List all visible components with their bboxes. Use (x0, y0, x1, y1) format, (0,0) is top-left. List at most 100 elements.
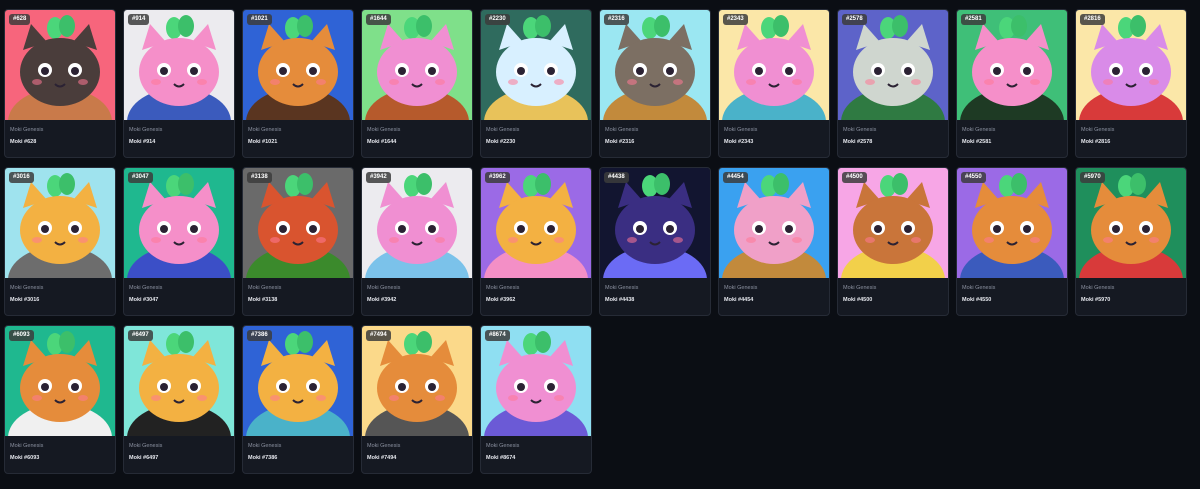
token-id-badge: #3047 (128, 172, 153, 183)
token-id-badge: #8674 (485, 330, 510, 341)
nft-card[interactable]: #8674 Moki Genesis Moki #8674 (480, 325, 592, 474)
nft-image[interactable]: #8674 (481, 326, 591, 436)
nft-name: Moki #2578 (843, 139, 873, 145)
nft-name: Moki #4550 (962, 297, 992, 303)
token-id-badge: #2343 (723, 14, 748, 25)
nft-card[interactable]: #2343 Moki Genesis Moki #2343 (718, 9, 830, 158)
nft-card[interactable]: #2316 Moki Genesis Moki #2316 (599, 9, 711, 158)
nft-image[interactable]: #2230 (481, 10, 591, 120)
nft-card[interactable]: #4550 Moki Genesis Moki #4550 (956, 167, 1068, 316)
nft-image[interactable]: #2343 (719, 10, 829, 120)
nft-card[interactable]: #7494 Moki Genesis Moki #7494 (361, 325, 473, 474)
nft-image[interactable]: #4550 (957, 168, 1067, 278)
collection-name: Moki Genesis (367, 127, 401, 133)
token-id-badge: #3962 (485, 172, 510, 183)
nft-card[interactable]: #2816 Moki Genesis Moki #2816 (1075, 9, 1187, 158)
nft-image[interactable]: #6497 (124, 326, 234, 436)
nft-name: Moki #6093 (10, 455, 40, 461)
nft-image[interactable]: #628 (5, 10, 115, 120)
nft-image[interactable]: #3942 (362, 168, 472, 278)
collection-name: Moki Genesis (605, 285, 639, 291)
nft-card[interactable]: #3047 Moki Genesis Moki #3047 (123, 167, 235, 316)
card-meta: Moki Genesis Moki #3962 (481, 278, 591, 304)
card-meta: Moki Genesis Moki #2578 (838, 120, 948, 146)
token-id-badge: #1644 (366, 14, 391, 25)
collection-name: Moki Genesis (605, 127, 639, 133)
card-meta: Moki Genesis Moki #7386 (243, 436, 353, 462)
nft-card[interactable]: #2581 Moki Genesis Moki #2581 (956, 9, 1068, 158)
nft-image[interactable]: #7386 (243, 326, 353, 436)
nft-name: Moki #8674 (486, 455, 516, 461)
nft-image[interactable]: #4500 (838, 168, 948, 278)
collection-name: Moki Genesis (724, 285, 758, 291)
token-id-badge: #7386 (247, 330, 272, 341)
nft-image[interactable]: #7494 (362, 326, 472, 436)
collection-name: Moki Genesis (843, 127, 877, 133)
nft-image[interactable]: #914 (124, 10, 234, 120)
nft-card[interactable]: #3016 Moki Genesis Moki #3016 (4, 167, 116, 316)
nft-card[interactable]: #3138 Moki Genesis Moki #3138 (242, 167, 354, 316)
nft-image[interactable]: #3016 (5, 168, 115, 278)
nft-card[interactable]: #628 Moki Genesis Moki #628 (4, 9, 116, 158)
nft-name: Moki #1021 (248, 139, 278, 145)
token-id-badge: #2316 (604, 14, 629, 25)
nft-card[interactable]: #4438 Moki Genesis Moki #4438 (599, 167, 711, 316)
nft-card[interactable]: #3962 Moki Genesis Moki #3962 (480, 167, 592, 316)
nft-image[interactable]: #5970 (1076, 168, 1186, 278)
token-id-badge: #5970 (1080, 172, 1105, 183)
card-meta: Moki Genesis Moki #628 (5, 120, 115, 146)
card-meta: Moki Genesis Moki #3138 (243, 278, 353, 304)
nft-name: Moki #2816 (1081, 139, 1111, 145)
nft-card[interactable]: #2230 Moki Genesis Moki #2230 (480, 9, 592, 158)
nft-image[interactable]: #1644 (362, 10, 472, 120)
nft-image[interactable]: #6093 (5, 326, 115, 436)
nft-name: Moki #2343 (724, 139, 754, 145)
nft-name: Moki #2230 (486, 139, 516, 145)
nft-card[interactable]: #7386 Moki Genesis Moki #7386 (242, 325, 354, 474)
nft-image[interactable]: #4438 (600, 168, 710, 278)
card-meta: Moki Genesis Moki #2316 (600, 120, 710, 146)
nft-card[interactable]: #914 Moki Genesis Moki #914 (123, 9, 235, 158)
nft-name: Moki #1644 (367, 139, 397, 145)
token-id-badge: #2816 (1080, 14, 1105, 25)
nft-image[interactable]: #2581 (957, 10, 1067, 120)
token-id-badge: #4550 (961, 172, 986, 183)
nft-card[interactable]: #6497 Moki Genesis Moki #6497 (123, 325, 235, 474)
nft-name: Moki #7494 (367, 455, 397, 461)
nft-image[interactable]: #3047 (124, 168, 234, 278)
nft-card[interactable]: #6093 Moki Genesis Moki #6093 (4, 325, 116, 474)
token-id-badge: #6497 (128, 330, 153, 341)
nft-image[interactable]: #3962 (481, 168, 591, 278)
nft-image[interactable]: #2316 (600, 10, 710, 120)
nft-card[interactable]: #5970 Moki Genesis Moki #5970 (1075, 167, 1187, 316)
nft-name: Moki #3138 (248, 297, 278, 303)
nft-card[interactable]: #1644 Moki Genesis Moki #1644 (361, 9, 473, 158)
nft-name: Moki #914 (129, 139, 156, 145)
card-meta: Moki Genesis Moki #1021 (243, 120, 353, 146)
nft-image[interactable]: #4454 (719, 168, 829, 278)
nft-image[interactable]: #2578 (838, 10, 948, 120)
nft-image[interactable]: #1021 (243, 10, 353, 120)
nft-card[interactable]: #1021 Moki Genesis Moki #1021 (242, 9, 354, 158)
collection-name: Moki Genesis (248, 285, 282, 291)
card-meta: Moki Genesis Moki #5970 (1076, 278, 1186, 304)
nft-card[interactable]: #2578 Moki Genesis Moki #2578 (837, 9, 949, 158)
nft-card[interactable]: #3942 Moki Genesis Moki #3942 (361, 167, 473, 316)
collection-name: Moki Genesis (486, 127, 520, 133)
nft-name: Moki #3942 (367, 297, 397, 303)
nft-image[interactable]: #2816 (1076, 10, 1186, 120)
nft-grid: #628 Moki Genesis Moki #628 #914 Moki Genesi… (0, 0, 1200, 489)
nft-name: Moki #628 (10, 139, 37, 145)
nft-card[interactable]: #4454 Moki Genesis Moki #4454 (718, 167, 830, 316)
collection-name: Moki Genesis (129, 443, 163, 449)
token-id-badge: #2578 (842, 14, 867, 25)
collection-name: Moki Genesis (1081, 127, 1115, 133)
card-meta: Moki Genesis Moki #4454 (719, 278, 829, 304)
nft-name: Moki #3047 (129, 297, 159, 303)
nft-image[interactable]: #3138 (243, 168, 353, 278)
collection-name: Moki Genesis (129, 285, 163, 291)
nft-name: Moki #6497 (129, 455, 159, 461)
card-meta: Moki Genesis Moki #914 (124, 120, 234, 146)
nft-card[interactable]: #4500 Moki Genesis Moki #4500 (837, 167, 949, 316)
collection-name: Moki Genesis (1081, 285, 1115, 291)
